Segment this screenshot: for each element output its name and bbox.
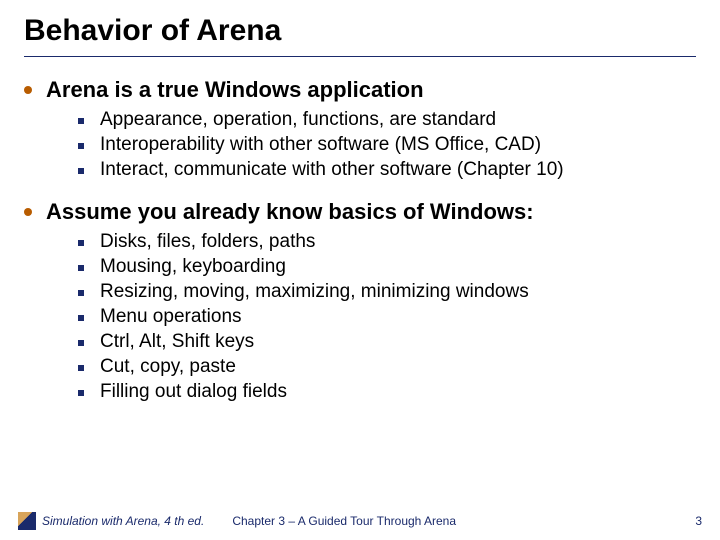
bullet-item: Assume you already know basics of Window… [24,199,696,225]
sub-text: Resizing, moving, maximizing, minimizing… [100,281,529,303]
bullet-item: Arena is a true Windows application [24,77,696,103]
sub-item: Menu operations [78,306,696,328]
bullet-square-icon [78,118,84,124]
title-divider [24,56,696,57]
footer-left-text: Simulation with Arena, 4 th ed. [42,514,204,528]
sub-item: Cut, copy, paste [78,356,696,378]
sub-item: Interact, communicate with other softwar… [78,159,696,181]
sub-item: Appearance, operation, functions, are st… [78,109,696,131]
slide-footer: Simulation with Arena, 4 th ed. Chapter … [0,512,720,530]
bullet-square-icon [78,365,84,371]
sub-text: Cut, copy, paste [100,356,236,378]
bullet-text: Arena is a true Windows application [46,77,424,103]
book-icon [18,512,36,530]
sublist: Disks, files, folders, paths Mousing, ke… [78,231,696,403]
sub-text: Appearance, operation, functions, are st… [100,109,496,131]
sub-text: Filling out dialog fields [100,381,287,403]
bullet-text: Assume you already know basics of Window… [46,199,534,225]
bullet-square-icon [78,340,84,346]
bullet-square-icon [78,168,84,174]
sub-text: Disks, files, folders, paths [100,231,315,253]
bullet-square-icon [78,240,84,246]
sub-item: Resizing, moving, maximizing, minimizing… [78,281,696,303]
bullet-square-icon [78,390,84,396]
sub-text: Menu operations [100,306,242,328]
bullet-square-icon [78,143,84,149]
bullet-dot-icon [24,86,32,94]
sub-item: Disks, files, folders, paths [78,231,696,253]
bullet-square-icon [78,265,84,271]
page-number: 3 [695,514,702,528]
bullet-dot-icon [24,208,32,216]
sub-item: Interoperability with other software (MS… [78,134,696,156]
footer-center-text: Chapter 3 – A Guided Tour Through Arena [232,514,456,528]
sublist: Appearance, operation, functions, are st… [78,109,696,181]
sub-item: Mousing, keyboarding [78,256,696,278]
slide-title: Behavior of Arena [24,14,696,48]
sub-item: Filling out dialog fields [78,381,696,403]
sub-text: Interact, communicate with other softwar… [100,159,564,181]
sub-text: Ctrl, Alt, Shift keys [100,331,254,353]
sub-item: Ctrl, Alt, Shift keys [78,331,696,353]
bullet-square-icon [78,290,84,296]
sub-text: Interoperability with other software (MS… [100,134,541,156]
sub-text: Mousing, keyboarding [100,256,286,278]
bullet-square-icon [78,315,84,321]
